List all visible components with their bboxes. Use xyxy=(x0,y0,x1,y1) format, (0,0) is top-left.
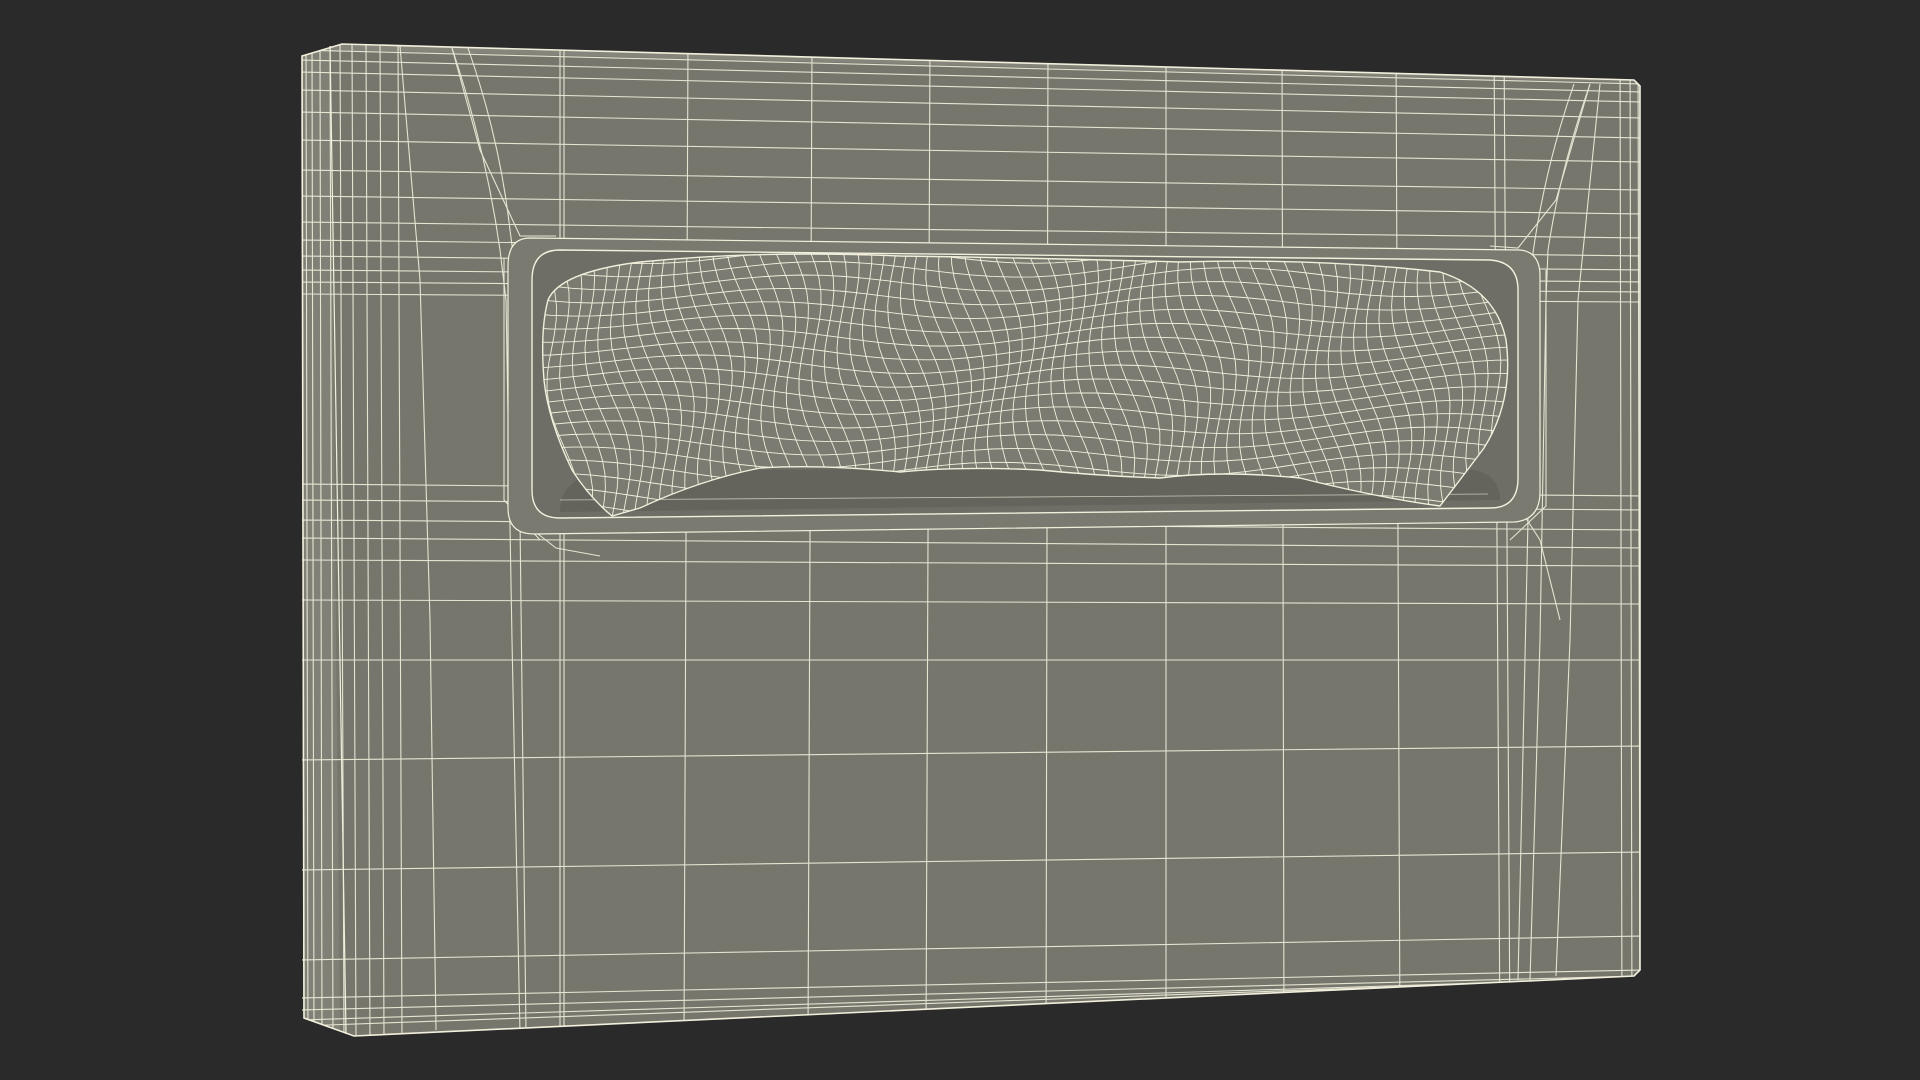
render-viewport xyxy=(0,0,1920,1080)
wireframe-render xyxy=(301,43,1641,1037)
box-front-face xyxy=(330,46,1640,1036)
